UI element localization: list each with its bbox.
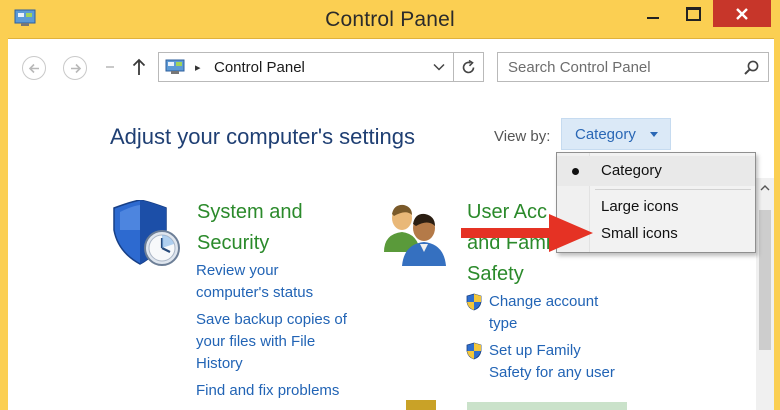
view-by-selected: Category xyxy=(575,126,636,143)
close-button[interactable] xyxy=(713,0,771,27)
view-by-label: View by: xyxy=(494,128,551,145)
arrow-left-icon xyxy=(28,63,39,74)
link-line[interactable]: computer's status xyxy=(196,282,313,304)
menu-item-label: Small icons xyxy=(601,225,678,242)
save-backup-copies-link[interactable]: Save backup copies of your files with Fi… xyxy=(196,309,347,375)
refresh-icon xyxy=(462,59,475,74)
system-and-security-title[interactable]: System and Security xyxy=(197,197,303,259)
uac-shield-icon xyxy=(466,342,482,360)
up-arrow-icon[interactable] xyxy=(132,57,146,77)
search-input[interactable]: Search Control Panel xyxy=(497,52,769,82)
radio-bullet-icon xyxy=(572,168,579,175)
link-line[interactable]: your files with File xyxy=(196,331,347,353)
menu-divider xyxy=(595,189,751,190)
title-line[interactable]: System and xyxy=(197,197,303,228)
link-line[interactable]: Change account xyxy=(489,291,598,313)
caret-down-icon xyxy=(650,132,658,137)
change-account-type-link[interactable]: Change account type xyxy=(489,291,598,335)
link-line[interactable]: Find and fix problems xyxy=(196,380,339,402)
scroll-up-icon[interactable] xyxy=(760,185,770,191)
breadcrumb-control-panel[interactable]: Control Panel xyxy=(214,59,305,76)
back-button[interactable] xyxy=(22,56,46,80)
vertical-scrollbar[interactable] xyxy=(756,178,774,410)
search-icon[interactable] xyxy=(743,59,760,76)
maximize-button[interactable] xyxy=(673,0,713,27)
link-line[interactable]: Set up Family xyxy=(489,340,615,362)
users-icon[interactable] xyxy=(382,200,446,268)
breadcrumb-separator-icon[interactable]: ▸ xyxy=(195,61,201,74)
shield-clock-icon[interactable] xyxy=(110,200,182,268)
menu-item-category[interactable]: Category xyxy=(557,156,755,186)
control-panel-icon xyxy=(165,59,185,74)
title-line[interactable]: Security xyxy=(197,228,303,259)
search-placeholder: Search Control Panel xyxy=(508,59,651,76)
title-line[interactable]: Safety xyxy=(467,259,550,290)
uac-shield-icon xyxy=(466,293,482,311)
minimize-button[interactable] xyxy=(633,0,673,27)
review-computer-status-link[interactable]: Review your computer's status xyxy=(196,260,313,304)
link-line[interactable]: Review your xyxy=(196,260,313,282)
red-arrow-icon xyxy=(461,214,593,252)
navigation-bar: ▸ Control Panel Search Control Panel xyxy=(8,39,774,97)
window-frame-right xyxy=(774,38,780,410)
link-line[interactable]: Save backup copies of xyxy=(196,309,347,331)
menu-item-label: Large icons xyxy=(601,198,679,215)
link-line[interactable]: History xyxy=(196,353,347,375)
next-category-title xyxy=(467,402,627,410)
set-up-family-safety-link[interactable]: Set up Family Safety for any user xyxy=(489,340,615,384)
view-by-dropdown[interactable]: Category xyxy=(561,118,671,150)
page-title: Adjust your computer's settings xyxy=(110,124,416,149)
find-and-fix-problems-link[interactable]: Find and fix problems xyxy=(196,380,339,402)
window-frame-left xyxy=(0,38,8,410)
close-icon xyxy=(736,8,748,20)
address-bar[interactable]: ▸ Control Panel xyxy=(158,52,454,82)
forward-button[interactable] xyxy=(63,56,87,80)
next-category-icon xyxy=(406,400,436,410)
chevron-down-icon[interactable] xyxy=(433,63,445,71)
arrow-right-icon xyxy=(71,63,82,74)
scrollbar-thumb[interactable] xyxy=(759,210,771,350)
recent-locations-button[interactable] xyxy=(106,66,114,68)
refresh-button[interactable] xyxy=(454,52,484,82)
menu-item-label: Category xyxy=(601,162,662,179)
link-line[interactable]: type xyxy=(489,313,598,335)
title-bar: Control Panel xyxy=(0,0,780,39)
link-line[interactable]: Safety for any user xyxy=(489,362,615,384)
